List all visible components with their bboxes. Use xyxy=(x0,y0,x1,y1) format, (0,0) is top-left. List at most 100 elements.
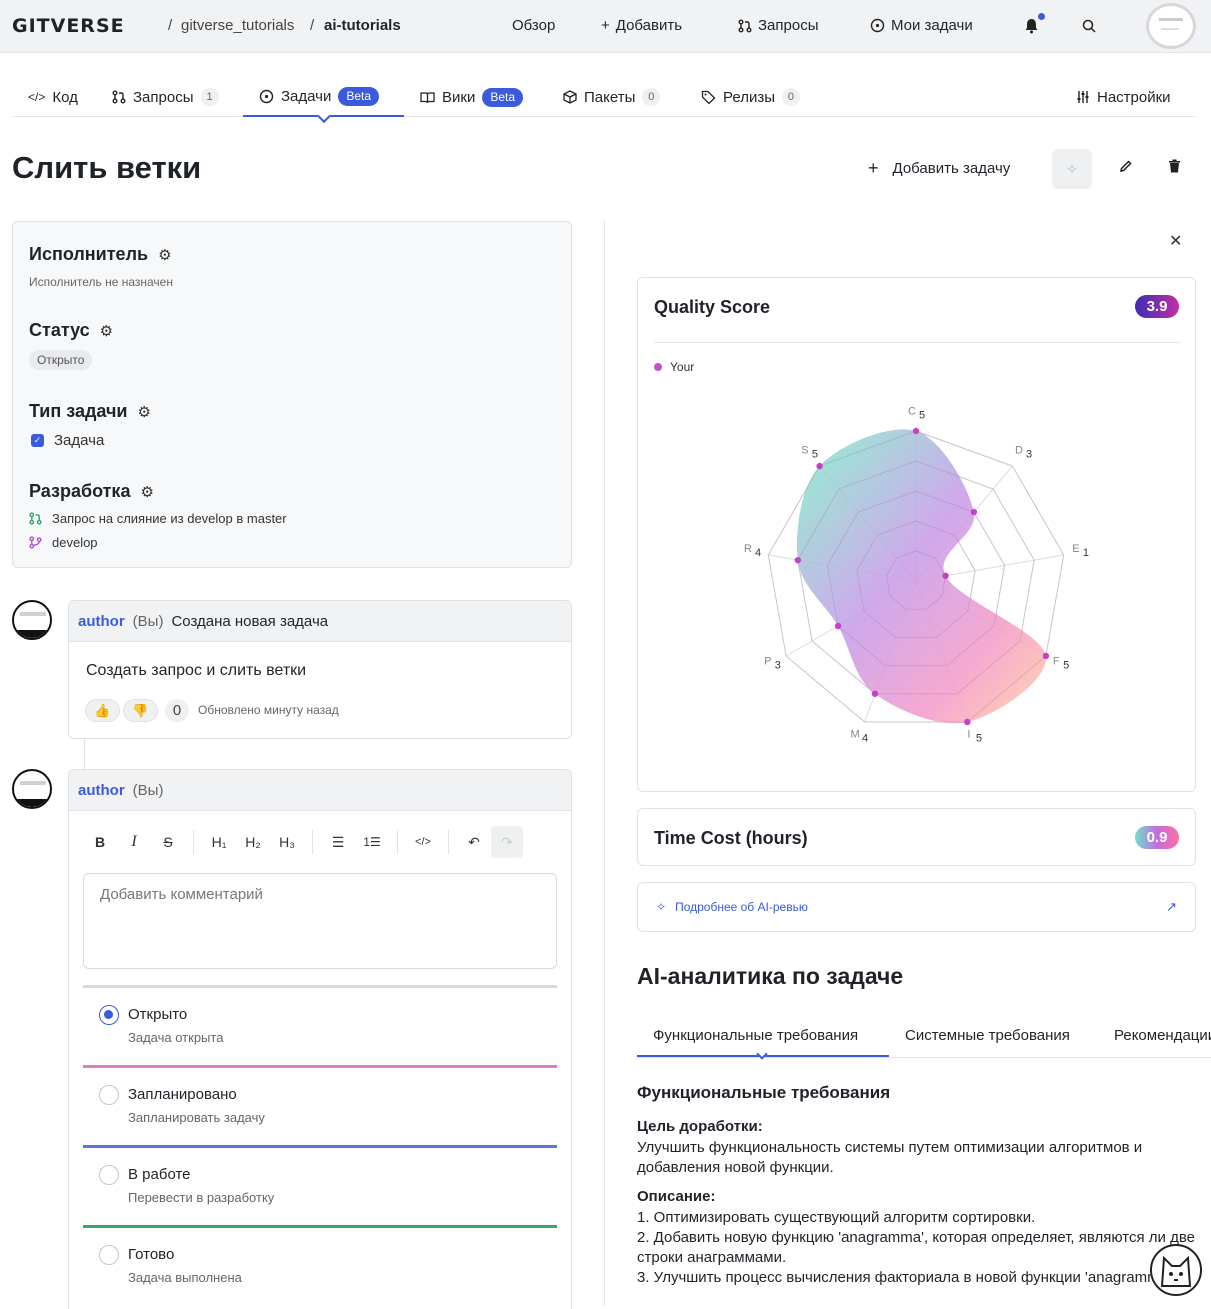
undo-icon[interactable]: ↶ xyxy=(457,834,491,851)
thumbs-up-reaction[interactable]: 👍 xyxy=(85,699,120,722)
gitverse-logo[interactable]: GITVERSE xyxy=(12,15,125,37)
legend-label: Your xyxy=(670,360,695,374)
radar-value-label: 1 xyxy=(1083,547,1089,559)
nav-requests[interactable]: Запросы xyxy=(738,17,819,34)
ai-review-link[interactable]: Подробнее об AI-ревью xyxy=(675,900,808,914)
code-icon[interactable]: </> xyxy=(406,836,440,848)
requests-count: 1 xyxy=(200,88,219,106)
radar-point-D xyxy=(970,508,978,516)
gear-icon[interactable]: ⚙ xyxy=(140,483,153,501)
user-avatar[interactable] xyxy=(1146,3,1196,49)
status-radio-planned[interactable] xyxy=(99,1085,119,1105)
tab-code[interactable]: </> Код xyxy=(28,77,78,117)
strikethrough-button[interactable]: S xyxy=(151,834,185,850)
author-avatar[interactable] xyxy=(12,600,52,640)
timeline-connector xyxy=(84,739,85,769)
breadcrumb-owner[interactable]: gitverse_tutorials xyxy=(181,17,294,34)
plus-icon: + xyxy=(601,17,610,34)
status-radio-in-progress[interactable] xyxy=(99,1165,119,1185)
redo-icon[interactable]: ↷ xyxy=(491,826,523,858)
breadcrumb-repo[interactable]: ai-tutorials xyxy=(324,17,401,34)
radar-point-F xyxy=(1042,652,1050,660)
packages-count: 0 xyxy=(642,88,661,106)
repo-tabs: </> Код Запросы 1 Задачи Beta Вики Beta Паке… xyxy=(12,77,1196,117)
comment-header: author (Вы) xyxy=(69,770,571,811)
tab-system-requirements[interactable]: Системные требования xyxy=(905,1027,1070,1044)
radar-value-label: 3 xyxy=(1026,448,1032,460)
top-navbar: GITVERSE / gitverse_tutorials / ai-tutor… xyxy=(0,0,1211,53)
tag-icon xyxy=(701,90,716,104)
tab-releases[interactable]: Релизы 0 xyxy=(701,77,800,117)
radar-value-label: 5 xyxy=(976,732,982,744)
close-icon[interactable]: ✕ xyxy=(1169,231,1182,251)
edit-button[interactable] xyxy=(1119,159,1133,178)
heading2-button[interactable]: H₂ xyxy=(236,834,270,850)
nav-add[interactable]: + Добавить xyxy=(601,17,682,34)
status-radio-open[interactable] xyxy=(99,1005,119,1025)
nav-overview[interactable]: Обзор xyxy=(512,17,555,34)
gear-icon[interactable]: ⚙ xyxy=(158,246,171,264)
comment-action: Создана новая задача xyxy=(171,612,329,630)
radar-point-E xyxy=(942,572,949,579)
page-title: Слить ветки xyxy=(12,150,202,185)
description-item: 3. Улучшить процесс вычисления факториал… xyxy=(637,1269,1175,1286)
radar-value-label: 5 xyxy=(812,448,818,460)
toolbar-divider xyxy=(193,830,194,854)
tab-settings[interactable]: Настройки xyxy=(1076,77,1171,117)
radar-point-R xyxy=(794,556,802,564)
nav-my-tasks[interactable]: Мои задачи xyxy=(870,17,973,34)
radar-axis-label: P xyxy=(764,655,771,667)
time-cost-badge: 0.9 xyxy=(1135,826,1179,849)
status-radio-done[interactable] xyxy=(99,1245,119,1265)
add-task-button[interactable]: + Добавить задачу xyxy=(868,158,1010,179)
tab-tasks[interactable]: Задачи Beta xyxy=(243,77,404,117)
task-type-heading: Тип задачи ⚙ xyxy=(29,401,151,421)
sparkle-icon: ✧ xyxy=(1066,161,1078,177)
pull-request-icon xyxy=(112,90,126,104)
checkbox-checked-icon: ✓ xyxy=(31,434,44,447)
circle-dot-icon xyxy=(870,18,885,33)
merge-request-link[interactable]: Запрос на слияние из develop в master xyxy=(29,511,287,526)
bold-button[interactable]: B xyxy=(83,834,117,850)
numbered-list-icon[interactable]: 1☰ xyxy=(355,835,389,849)
tab-packages[interactable]: Пакеты 0 xyxy=(563,77,661,117)
external-link-icon[interactable]: ↗ xyxy=(1166,899,1177,915)
ai-review-link-card[interactable]: ✧ Подробнее об AI-ревью ↗ xyxy=(637,882,1196,932)
radar-point-S xyxy=(816,462,823,470)
mascot-assistant-icon[interactable] xyxy=(1150,1244,1202,1296)
thumbs-down-reaction[interactable]: 👎 xyxy=(123,699,158,722)
heading1-button[interactable]: H₁ xyxy=(202,834,236,850)
toolbar-divider xyxy=(448,830,449,854)
search-icon[interactable] xyxy=(1082,19,1096,33)
bell-icon[interactable] xyxy=(1024,18,1039,34)
gear-icon[interactable]: ⚙ xyxy=(100,322,113,340)
toolbar-divider xyxy=(397,830,398,854)
branch-link[interactable]: develop xyxy=(29,535,98,550)
comment-editor-card: author (Вы) B I S H₁ H₂ H₃ ☰ 1☰ </> ↶ ↷ … xyxy=(68,769,572,1309)
status-badge: Открыто xyxy=(29,350,93,370)
goal-label: Цель доработки: xyxy=(637,1118,763,1135)
radar-axis-label: F xyxy=(1053,655,1060,667)
comment-input[interactable]: Добавить комментарий xyxy=(83,873,557,969)
tab-functional-requirements[interactable]: Функциональные требования xyxy=(653,1027,858,1044)
author-link[interactable]: author xyxy=(78,613,125,630)
ai-sparkle-button[interactable]: ✧ xyxy=(1052,149,1092,189)
radar-axis-label: E xyxy=(1072,543,1079,555)
gear-icon[interactable]: ⚙ xyxy=(137,403,150,421)
author-avatar[interactable] xyxy=(12,769,52,809)
tab-requests[interactable]: Запросы 1 xyxy=(112,77,219,117)
breadcrumb-separator: / xyxy=(168,17,173,34)
radar-axis-label: S xyxy=(801,444,808,456)
reaction-count: 0 xyxy=(165,699,189,722)
author-link[interactable]: author xyxy=(78,782,125,799)
tab-recommendations[interactable]: Рекомендации xyxy=(1114,1027,1211,1044)
tab-wiki[interactable]: Вики Beta xyxy=(420,77,524,117)
status-label: Готово xyxy=(128,1246,175,1263)
italic-button[interactable]: I xyxy=(117,833,151,851)
legend-dot xyxy=(654,363,662,371)
delete-button[interactable] xyxy=(1168,159,1181,178)
radar-axis-label: R xyxy=(744,543,752,555)
bullet-list-icon[interactable]: ☰ xyxy=(321,834,355,851)
chart-legend: Your xyxy=(654,360,694,374)
heading3-button[interactable]: H₃ xyxy=(270,834,304,850)
